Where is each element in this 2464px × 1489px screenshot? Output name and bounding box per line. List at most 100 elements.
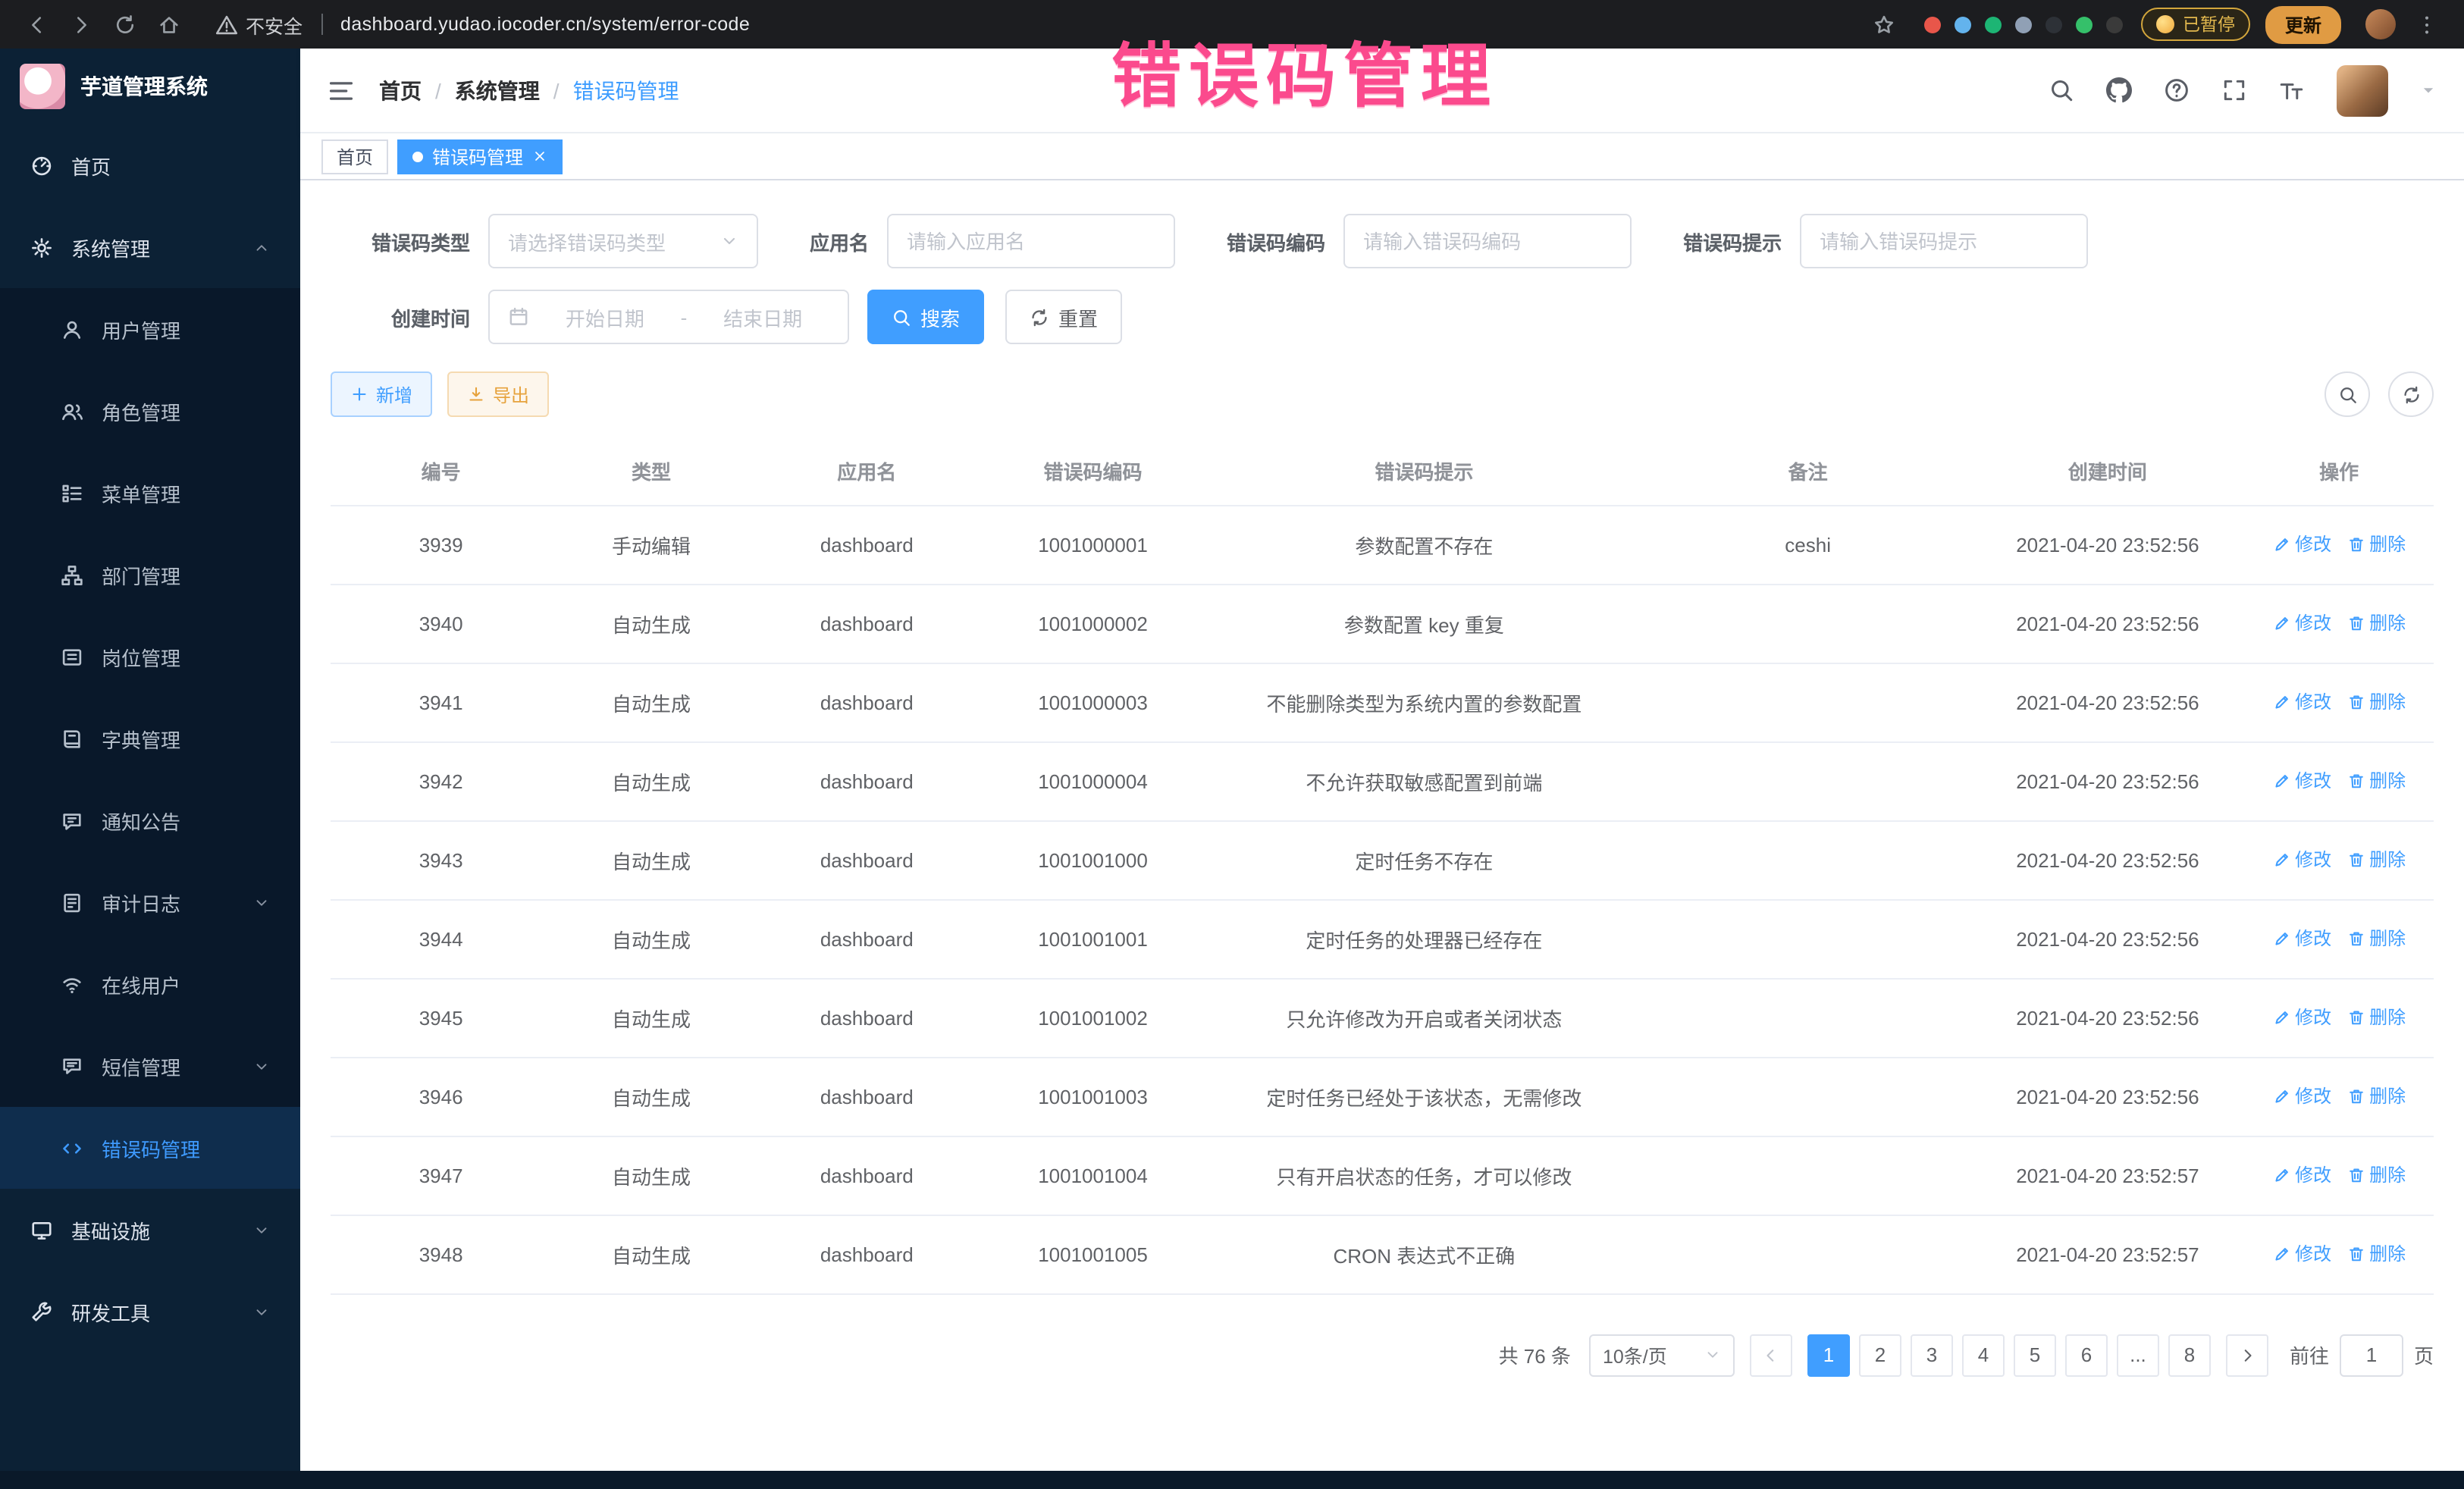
- forward-icon[interactable]: [70, 13, 92, 36]
- chevron-down-icon[interactable]: [2420, 82, 2437, 99]
- table-row: 3945自动生成dashboard1001001002只允许修改为开启或者关闭状…: [331, 978, 2434, 1057]
- error-hint-input[interactable]: [1800, 214, 2088, 268]
- url-text[interactable]: dashboard.yudao.iocoder.cn/system/error-…: [340, 14, 750, 35]
- delete-link[interactable]: 删除: [2346, 768, 2406, 794]
- edit-link[interactable]: 修改: [2272, 689, 2331, 715]
- search-button[interactable]: 搜索: [867, 290, 984, 344]
- update-button[interactable]: 更新: [2265, 5, 2341, 43]
- extension-icon[interactable]: [2077, 16, 2093, 33]
- sidebar-item-user[interactable]: 用户管理: [0, 288, 300, 370]
- edit-link[interactable]: 修改: [2272, 1083, 2331, 1109]
- sidebar-item-notice[interactable]: 通知公告: [0, 779, 300, 861]
- page-size-select[interactable]: 10条/页: [1589, 1334, 1735, 1376]
- goto-page-input[interactable]: [2340, 1334, 2403, 1376]
- sidebar-item-dept[interactable]: 部门管理: [0, 534, 300, 616]
- table-row: 3946自动生成dashboard1001001003定时任务已经处于该状态，无…: [331, 1057, 2434, 1136]
- bookmark-star-icon[interactable]: [1873, 13, 1896, 36]
- breadcrumb-item[interactable]: 错误码管理: [573, 75, 679, 105]
- refresh-table-button[interactable]: [2388, 371, 2434, 417]
- breadcrumb-item[interactable]: 首页: [379, 75, 422, 105]
- logo[interactable]: 芋道管理系统: [0, 49, 300, 124]
- sidebar-item-infra[interactable]: 基础设施: [0, 1189, 300, 1271]
- delete-link[interactable]: 删除: [2346, 531, 2406, 557]
- error-type-select[interactable]: 请选择错误码类型: [488, 214, 758, 268]
- pager-more-button[interactable]: ...: [2117, 1334, 2159, 1376]
- app-name-input[interactable]: [887, 214, 1175, 268]
- edit-link[interactable]: 修改: [2272, 1162, 2331, 1188]
- delete-link[interactable]: 删除: [2346, 926, 2406, 951]
- fullscreen-icon[interactable]: [2221, 77, 2247, 103]
- page-content: 错误码类型 请选择错误码类型 应用名 错误码编码: [300, 180, 2464, 1471]
- sidebar-item-role[interactable]: 角色管理: [0, 370, 300, 452]
- error-code-input[interactable]: [1343, 214, 1632, 268]
- delete-icon: [2346, 614, 2365, 632]
- prev-page-button[interactable]: [1750, 1334, 1792, 1376]
- pager-page-button[interactable]: 3: [1911, 1334, 1953, 1376]
- edit-icon: [2272, 1008, 2290, 1027]
- edit-link[interactable]: 修改: [2272, 926, 2331, 951]
- delete-link[interactable]: 删除: [2346, 847, 2406, 873]
- reset-button[interactable]: 重置: [1005, 290, 1122, 344]
- avatar[interactable]: [2337, 64, 2388, 116]
- next-page-button[interactable]: [2226, 1334, 2268, 1376]
- pager-page-button[interactable]: 2: [1859, 1334, 1901, 1376]
- font-size-icon[interactable]: [2279, 77, 2305, 103]
- extension-icon[interactable]: [1955, 16, 1972, 33]
- edit-link[interactable]: 修改: [2272, 531, 2331, 557]
- tab-item[interactable]: 首页: [321, 139, 388, 174]
- date-range-picker[interactable]: 开始日期 - 结束日期: [488, 290, 849, 344]
- extension-icon[interactable]: [1925, 16, 1942, 33]
- hamburger-icon[interactable]: [328, 77, 355, 104]
- back-icon[interactable]: [26, 13, 49, 36]
- sidebar-item-code[interactable]: 错误码管理: [0, 1107, 300, 1189]
- dict-icon: [61, 727, 83, 750]
- sidebar-item-sms[interactable]: 短信管理: [0, 1025, 300, 1107]
- delete-link[interactable]: 删除: [2346, 1241, 2406, 1267]
- security-indicator[interactable]: 不安全: [215, 10, 303, 39]
- extension-icon[interactable]: [1986, 16, 2002, 33]
- delete-link[interactable]: 删除: [2346, 610, 2406, 636]
- footer-strip: [0, 1471, 2464, 1489]
- search-icon[interactable]: [2049, 77, 2074, 103]
- edit-link[interactable]: 修改: [2272, 610, 2331, 636]
- pager-page-button[interactable]: 6: [2065, 1334, 2108, 1376]
- tab-item[interactable]: 错误码管理: [397, 139, 563, 174]
- delete-link[interactable]: 删除: [2346, 1162, 2406, 1188]
- sidebar-item-log[interactable]: 审计日志: [0, 861, 300, 943]
- delete-icon: [2346, 1166, 2365, 1184]
- home-icon[interactable]: [158, 13, 180, 36]
- breadcrumb-item[interactable]: 系统管理: [455, 75, 540, 105]
- reload-icon[interactable]: [114, 13, 136, 36]
- delete-link[interactable]: 删除: [2346, 1005, 2406, 1030]
- edit-link[interactable]: 修改: [2272, 1241, 2331, 1267]
- sidebar-item-online[interactable]: 在线用户: [0, 943, 300, 1025]
- pager-page-button[interactable]: 1: [1807, 1334, 1850, 1376]
- sidebar-item-dashboard[interactable]: 首页: [0, 124, 300, 206]
- extension-icon[interactable]: [2107, 16, 2124, 33]
- pager-page-button[interactable]: 5: [2014, 1334, 2056, 1376]
- tab-close-icon[interactable]: [532, 149, 547, 164]
- menu-dots-icon[interactable]: [2415, 13, 2438, 36]
- delete-link[interactable]: 删除: [2346, 689, 2406, 715]
- edit-link[interactable]: 修改: [2272, 847, 2331, 873]
- sidebar-item-menu[interactable]: 菜单管理: [0, 452, 300, 534]
- edit-link[interactable]: 修改: [2272, 1005, 2331, 1030]
- sidebar-item-post[interactable]: 岗位管理: [0, 616, 300, 697]
- sidebar-item-dict[interactable]: 字典管理: [0, 697, 300, 779]
- pager-page-button[interactable]: 4: [1962, 1334, 2005, 1376]
- delete-link[interactable]: 删除: [2346, 1083, 2406, 1109]
- toggle-search-button[interactable]: [2324, 371, 2370, 417]
- edit-link[interactable]: 修改: [2272, 768, 2331, 794]
- error-code-table: 编号类型应用名错误码编码错误码提示备注创建时间操作 3939手动编辑dashbo…: [331, 438, 2434, 1294]
- pager-page-button[interactable]: 8: [2168, 1334, 2211, 1376]
- sidebar-item-gear[interactable]: 系统管理: [0, 206, 300, 288]
- paused-badge[interactable]: 已暂停: [2142, 8, 2250, 41]
- extension-icon[interactable]: [2046, 16, 2063, 33]
- github-icon[interactable]: [2106, 77, 2132, 103]
- export-button[interactable]: 导出: [447, 371, 549, 417]
- add-button[interactable]: 新增: [331, 371, 432, 417]
- browser-avatar[interactable]: [2365, 9, 2396, 39]
- sidebar-item-tool[interactable]: 研发工具: [0, 1271, 300, 1353]
- help-icon[interactable]: [2164, 77, 2190, 103]
- extension-icon[interactable]: [2016, 16, 2033, 33]
